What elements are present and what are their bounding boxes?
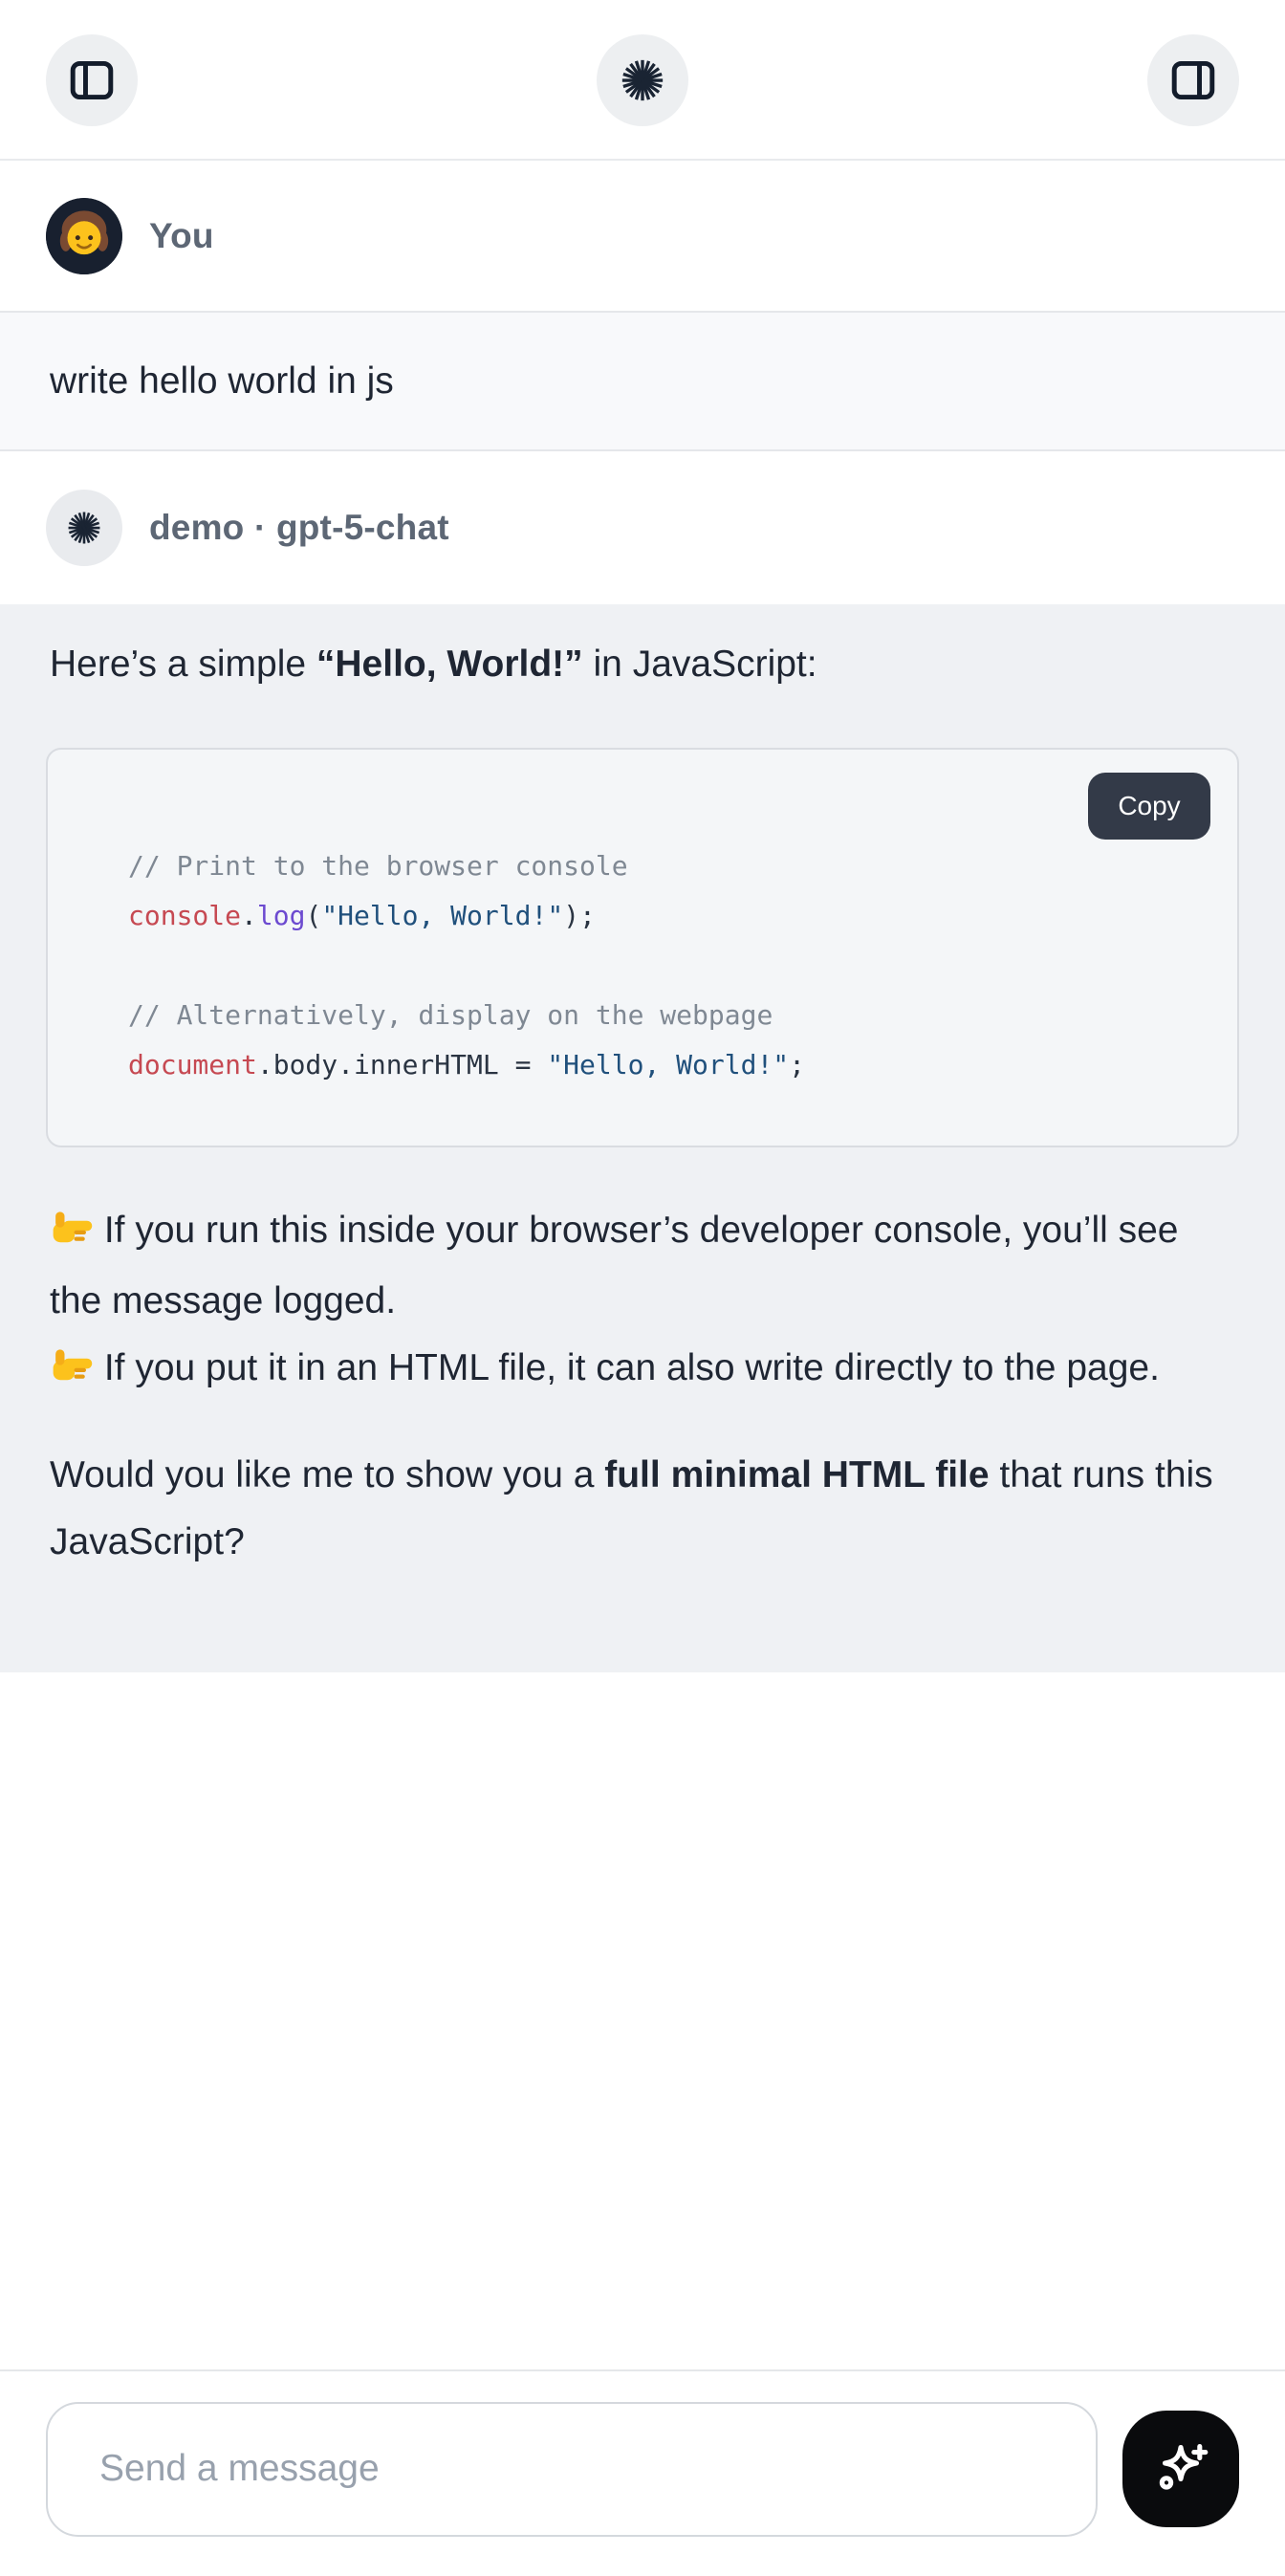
user-message-header: You: [0, 161, 1285, 311]
top-bar: [0, 0, 1285, 161]
point-right-emoji: [50, 1201, 94, 1268]
assistant-message-bubble: Here’s a simple “Hello, World!” in JavaS…: [0, 604, 1285, 1672]
chat-app: You write hello world in js: [0, 0, 1285, 2576]
user-message-bubble: write hello world in js: [0, 311, 1285, 451]
assistant-sender-label: demo · gpt-5-chat: [149, 508, 449, 548]
assistant-intro-paragraph: Here’s a simple “Hello, World!” in JavaS…: [46, 631, 1239, 698]
message-composer: [0, 2369, 1285, 2576]
assistant-tips-paragraph: If you run this inside your browser’s de…: [46, 1197, 1239, 1406]
spark-icon: [617, 55, 668, 106]
panel-left-icon: [66, 55, 118, 106]
user-message-text: write hello world in js: [50, 348, 394, 415]
sparkle-icon: [1146, 2434, 1215, 2503]
code-block: Copy // Print to the browser console con…: [46, 748, 1239, 1147]
assistant-message-header: demo · gpt-5-chat: [0, 451, 1285, 604]
assistant-avatar: [46, 490, 122, 566]
right-panel-toggle-button[interactable]: [1147, 34, 1239, 126]
chat-scroll-area[interactable]: [0, 1672, 1285, 2369]
new-chat-spark-button[interactable]: [597, 34, 688, 126]
spark-icon: [64, 508, 104, 548]
user-avatar: [46, 198, 122, 274]
sidebar-toggle-button[interactable]: [46, 34, 138, 126]
message-input[interactable]: [46, 2402, 1098, 2537]
user-sender-label: You: [149, 216, 214, 256]
javascript-code: // Print to the browser console console.…: [128, 850, 805, 1081]
person-emoji-icon: [46, 198, 122, 274]
assistant-followup-paragraph: Would you like me to show you a full min…: [46, 1442, 1239, 1576]
code-content: // Print to the browser console console.…: [48, 750, 1237, 1146]
copy-code-button[interactable]: Copy: [1088, 773, 1210, 840]
panel-right-icon: [1167, 55, 1219, 106]
send-message-button[interactable]: [1122, 2411, 1239, 2527]
point-right-emoji: [50, 1339, 94, 1406]
